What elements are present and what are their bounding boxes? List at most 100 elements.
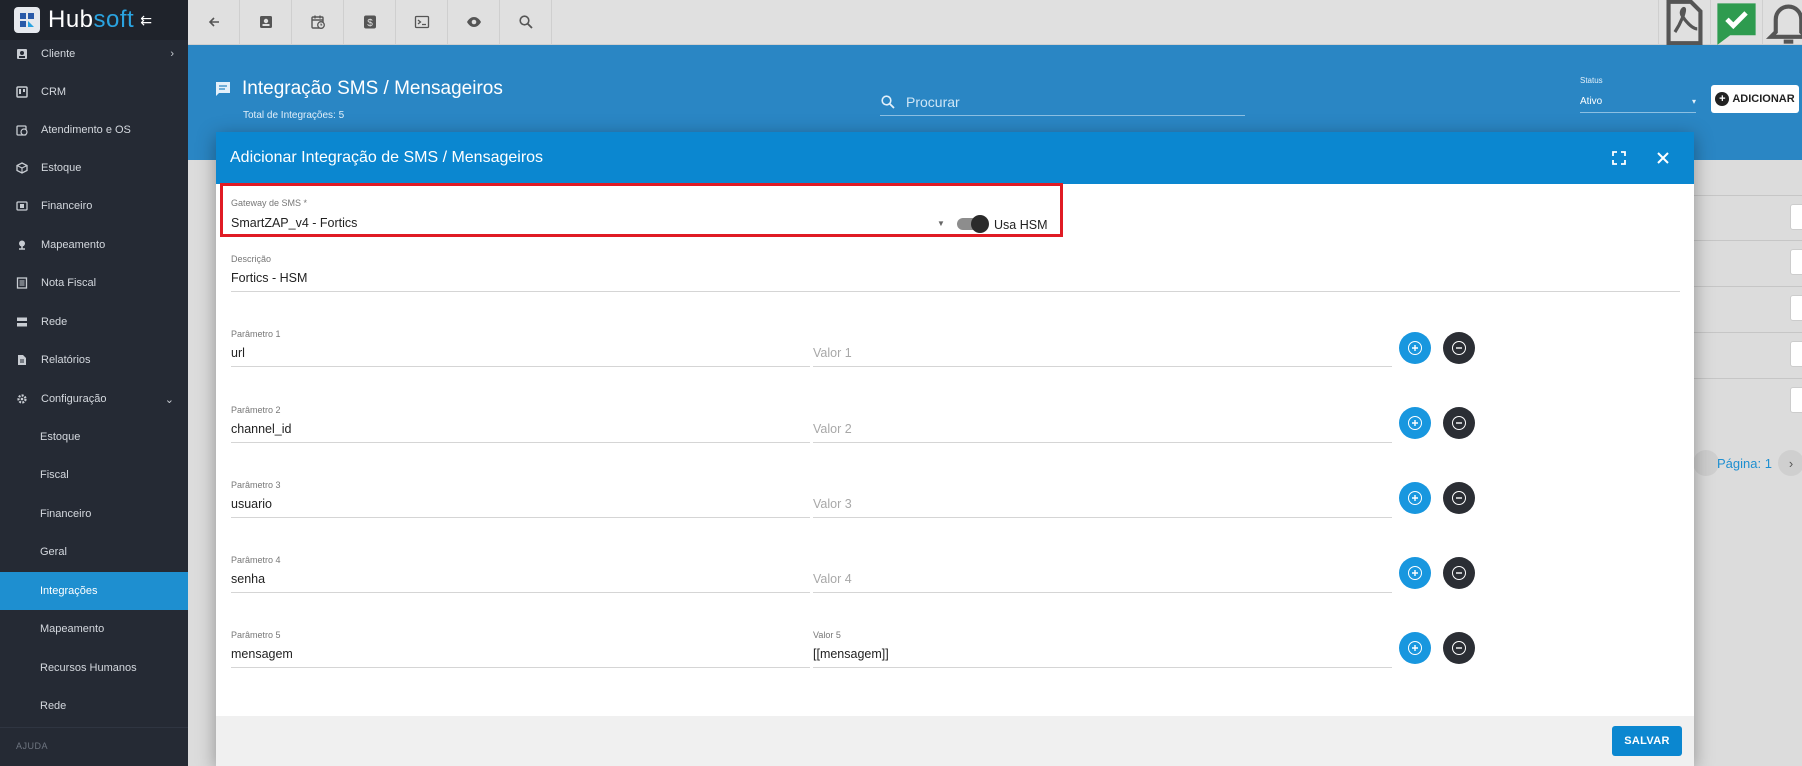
sidebar-item-label: Configuração bbox=[41, 393, 107, 405]
sidebar-item-label: CRM bbox=[41, 86, 67, 98]
sidebar-item-financeiro[interactable]: Financeiro bbox=[0, 187, 188, 225]
row-action-button[interactable] bbox=[1790, 204, 1802, 230]
sidebar-subitem-label: Fiscal bbox=[40, 469, 69, 481]
sidebar-item-atendimento[interactable]: Atendimento e OS bbox=[0, 111, 188, 149]
eye-icon bbox=[466, 17, 481, 27]
page-subtitle: Total de Integrações: 5 bbox=[243, 110, 345, 121]
check-chat-icon bbox=[1717, 2, 1756, 45]
sidebar-item-label: Atendimento e OS bbox=[41, 124, 131, 136]
sidebar-subitem-recursos-humanos[interactable]: Recursos Humanos bbox=[0, 649, 188, 687]
tasks-button[interactable] bbox=[1710, 0, 1762, 45]
add-param-button[interactable] bbox=[1399, 632, 1431, 664]
sidebar-item-label: Nota Fiscal bbox=[41, 277, 97, 289]
sidebar-item-mapeamento[interactable]: Mapeamento bbox=[0, 226, 188, 264]
param-label: Parâmetro 3 bbox=[231, 480, 281, 490]
hsm-toggle-knob[interactable] bbox=[971, 215, 989, 233]
contacts-button[interactable] bbox=[240, 0, 292, 44]
search-icon bbox=[518, 15, 533, 29]
sidebar-item-rede[interactable]: Rede bbox=[0, 303, 188, 341]
sidebar-item-estoque[interactable]: Estoque bbox=[0, 149, 188, 187]
sidebar-subitem-integracoes[interactable]: Integrações bbox=[0, 572, 188, 610]
param-label: Parâmetro 1 bbox=[231, 329, 281, 339]
sidebar-subitem-financeiro[interactable]: Financeiro bbox=[0, 495, 188, 533]
money-icon bbox=[16, 200, 28, 212]
top-toolbar: $ bbox=[188, 0, 1802, 45]
param-input[interactable]: url bbox=[231, 346, 245, 360]
schedule-button[interactable] bbox=[292, 0, 344, 44]
add-param-button[interactable] bbox=[1399, 407, 1431, 439]
document-icon bbox=[16, 354, 28, 366]
param-input[interactable]: senha bbox=[231, 572, 265, 586]
description-input[interactable]: Fortics - HSM bbox=[231, 271, 307, 285]
gateway-select[interactable]: SmartZAP_v4 - Fortics bbox=[231, 216, 357, 230]
value-label: Valor 5 bbox=[813, 630, 841, 640]
pdf-button[interactable] bbox=[1658, 0, 1710, 45]
remove-param-button[interactable] bbox=[1443, 632, 1475, 664]
sidebar-item-nota-fiscal[interactable]: Nota Fiscal bbox=[0, 264, 188, 302]
chevron-down-icon[interactable]: ▼ bbox=[937, 219, 945, 228]
value-underline bbox=[813, 366, 1392, 367]
calendar-clock-icon bbox=[310, 15, 325, 29]
plus-circle-icon: + bbox=[1715, 92, 1730, 106]
remove-param-button[interactable] bbox=[1443, 482, 1475, 514]
value-placeholder[interactable]: Valor 4 bbox=[813, 572, 852, 586]
value-placeholder[interactable]: Valor 1 bbox=[813, 346, 852, 360]
add-param-button[interactable] bbox=[1399, 332, 1431, 364]
row-action-button[interactable] bbox=[1790, 387, 1802, 413]
sidebar-subitem-fiscal[interactable]: Fiscal bbox=[0, 456, 188, 494]
contact-card-icon bbox=[259, 16, 272, 28]
sidebar-item-relatorios[interactable]: Relatórios bbox=[0, 341, 188, 379]
value-underline bbox=[813, 667, 1392, 668]
close-button[interactable] bbox=[1651, 146, 1675, 170]
param-input[interactable]: mensagem bbox=[231, 647, 293, 661]
collapse-arrow-icon[interactable]: ⇇ bbox=[140, 12, 152, 29]
chevron-right-icon: › bbox=[170, 48, 174, 60]
sidebar-subitem-geral[interactable]: Geral bbox=[0, 533, 188, 571]
search-input[interactable] bbox=[906, 93, 1226, 110]
search-bar bbox=[880, 88, 1245, 116]
sidebar-subitem-label: Recursos Humanos bbox=[40, 662, 137, 674]
value-placeholder[interactable]: Valor 3 bbox=[813, 497, 852, 511]
sidebar-item-configuracao[interactable]: Configuração ⌄ bbox=[0, 380, 188, 418]
add-param-button[interactable] bbox=[1399, 557, 1431, 589]
row-action-button[interactable] bbox=[1790, 249, 1802, 275]
terminal-button[interactable] bbox=[396, 0, 448, 44]
notifications-button[interactable] bbox=[1762, 0, 1802, 44]
view-button[interactable] bbox=[448, 0, 500, 44]
modal-footer bbox=[216, 716, 1694, 766]
brand[interactable]: Hubsoft ⇇ bbox=[0, 0, 188, 40]
sidebar-subitem-rede[interactable]: Rede bbox=[0, 687, 188, 725]
financial-button[interactable]: $ bbox=[344, 0, 396, 44]
add-button[interactable]: + ADICIONAR bbox=[1711, 85, 1799, 113]
search-button[interactable] bbox=[500, 0, 552, 44]
value-input[interactable]: [[mensagem]] bbox=[813, 647, 889, 661]
previous-page-button[interactable] bbox=[1693, 450, 1719, 476]
param-input[interactable]: channel_id bbox=[231, 422, 291, 436]
remove-param-button[interactable] bbox=[1443, 407, 1475, 439]
modal-title: Adicionar Integração de SMS / Mensageiro… bbox=[230, 149, 544, 166]
value-placeholder[interactable]: Valor 2 bbox=[813, 422, 852, 436]
add-param-button[interactable] bbox=[1399, 482, 1431, 514]
fullscreen-button[interactable] bbox=[1609, 148, 1629, 168]
plus-icon bbox=[1408, 566, 1422, 580]
calendar-clock-icon bbox=[16, 124, 28, 136]
back-button[interactable] bbox=[188, 0, 240, 44]
back-arrow-icon bbox=[208, 17, 219, 27]
sidebar-section-help[interactable]: AJUDA bbox=[16, 741, 48, 751]
sidebar-subitem-estoque[interactable]: Estoque bbox=[0, 418, 188, 456]
row-action-button[interactable] bbox=[1790, 341, 1802, 367]
param-input[interactable]: usuario bbox=[231, 497, 272, 511]
plus-icon bbox=[1408, 416, 1422, 430]
status-select[interactable]: Ativo ▾ bbox=[1580, 91, 1696, 113]
remove-param-button[interactable] bbox=[1443, 332, 1475, 364]
svg-text:$: $ bbox=[367, 18, 373, 29]
next-page-button[interactable]: › bbox=[1778, 450, 1802, 476]
modal-header: Adicionar Integração de SMS / Mensageiro… bbox=[216, 132, 1694, 184]
save-button[interactable]: SALVAR bbox=[1612, 726, 1682, 756]
remove-param-button[interactable] bbox=[1443, 557, 1475, 589]
row-action-button[interactable] bbox=[1790, 295, 1802, 321]
sidebar-item-cliente[interactable]: Cliente › bbox=[0, 35, 188, 73]
sidebar-subitem-mapeamento[interactable]: Mapeamento bbox=[0, 610, 188, 648]
message-icon bbox=[216, 82, 230, 96]
sidebar-item-crm[interactable]: CRM bbox=[0, 73, 188, 111]
